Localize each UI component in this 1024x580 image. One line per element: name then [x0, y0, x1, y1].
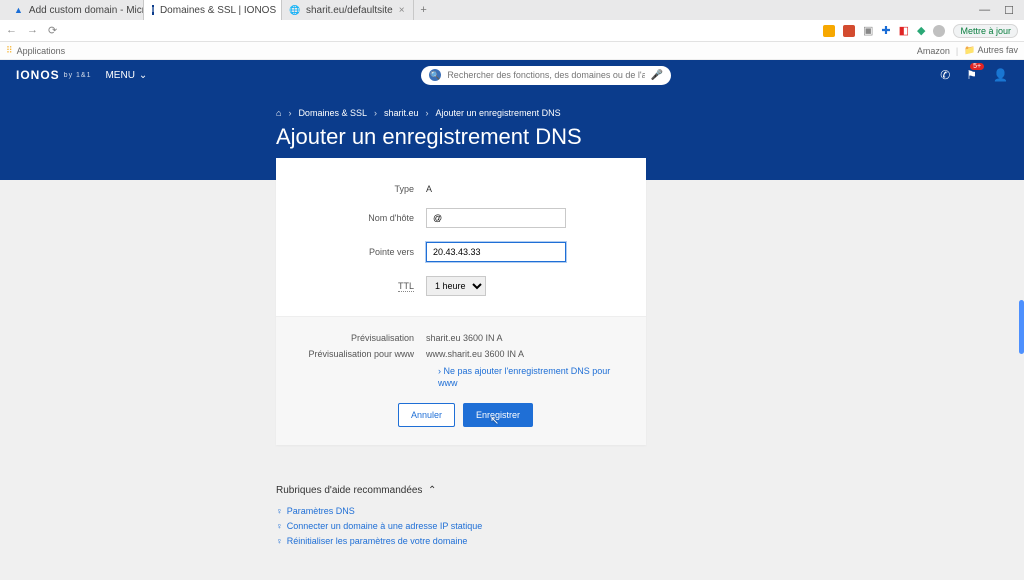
logo-text: IONOS — [16, 68, 60, 82]
preview-www-value: www.sharit.eu 3600 IN A — [426, 349, 616, 359]
notifications-button[interactable]: ⚑ 5+ — [966, 68, 977, 82]
mic-icon[interactable]: 🎤 — [651, 70, 663, 81]
help-title[interactable]: Rubriques d'aide recommandées ⌃ — [276, 485, 916, 496]
browser-tab[interactable]: ▲ Add custom domain - Microsoft × — [6, 0, 144, 20]
close-icon[interactable]: × — [399, 5, 405, 16]
page-title: Ajouter un enregistrement DNS — [276, 124, 1024, 150]
ext-icon[interactable]: ◆ — [917, 24, 925, 37]
back-icon[interactable]: ← — [6, 24, 17, 37]
menu-button[interactable]: MENU ⌄ — [105, 70, 147, 81]
chevron-right-icon: › — [426, 108, 429, 118]
address-input[interactable] — [67, 23, 813, 39]
browser-tab[interactable]: 🌐 sharit.eu/defaultsite × — [282, 0, 414, 20]
preview-label: Prévisualisation — [306, 333, 426, 343]
app-header: IONOS by 1&1 MENU ⌄ 🔍 🎤 ✆ ⚑ 5+ 👤 — [0, 60, 1024, 90]
menu-label: MENU — [105, 70, 134, 81]
bookmark-amazon[interactable]: Amazon — [917, 46, 950, 56]
ext-icon[interactable] — [843, 25, 855, 37]
bell-icon: ⚑ — [966, 68, 977, 82]
globe-icon: 🌐 — [290, 5, 300, 15]
apps-label: Applications — [17, 46, 66, 56]
logo-subtext: by 1&1 — [64, 72, 92, 79]
host-input[interactable] — [426, 208, 566, 228]
reload-icon[interactable]: ⟳ — [48, 24, 57, 37]
tab-title: Add custom domain - Microsoft — [29, 5, 144, 16]
breadcrumb-item[interactable]: Domaines & SSL — [298, 108, 367, 118]
skip-www-link[interactable]: › Ne pas ajouter l'enregistrement DNS po… — [438, 366, 610, 388]
lightbulb-icon: ♀ — [276, 521, 283, 531]
help-link[interactable]: ♀Paramètres DNS — [276, 506, 916, 516]
tab-title: Domaines & SSL | IONOS — [160, 5, 276, 16]
preview-value: sharit.eu 3600 IN A — [426, 333, 616, 343]
cast-icon[interactable]: ▣ — [863, 24, 873, 37]
search-input[interactable] — [447, 70, 645, 80]
user-icon[interactable]: 👤 — [993, 68, 1008, 82]
main-stage: Type A Nom d'hôte Pointe vers TTL 1 heur… — [0, 180, 1024, 580]
chevron-down-icon: ⌄ — [139, 70, 147, 81]
notifications-badge: 5+ — [970, 63, 984, 70]
minimize-icon[interactable]: — — [979, 4, 990, 17]
apps-icon: ⠿ — [6, 45, 13, 56]
host-label: Nom d'hôte — [306, 213, 426, 223]
lightbulb-icon: ♀ — [276, 506, 283, 516]
browser-tab-bar: ▲ Add custom domain - Microsoft × I Doma… — [0, 0, 1024, 20]
maximize-icon[interactable]: ☐ — [1004, 4, 1014, 17]
logo[interactable]: IONOS by 1&1 — [16, 68, 91, 82]
lightbulb-icon: ♀ — [276, 536, 283, 546]
browser-address-bar: ← → ⟳ ▣ ✚ ◧ ◆ Mettre à jour — [0, 20, 1024, 42]
bookmarks-bar: ⠿ Applications Amazon | 📁 Autres fav — [0, 42, 1024, 60]
preview-section: Prévisualisation sharit.eu 3600 IN A Pré… — [276, 316, 646, 445]
forward-icon[interactable]: → — [27, 24, 38, 37]
update-button[interactable]: Mettre à jour — [953, 24, 1018, 38]
bookmark-folder[interactable]: 📁 Autres fav — [964, 45, 1018, 56]
chevron-up-icon: ⌃ — [428, 485, 436, 496]
points-to-input[interactable] — [426, 242, 566, 262]
chevron-right-icon: › — [374, 108, 377, 118]
points-label: Pointe vers — [306, 247, 426, 257]
phone-icon[interactable]: ✆ — [940, 68, 950, 82]
cancel-button[interactable]: Annuler — [398, 403, 455, 427]
new-tab-button[interactable]: + — [414, 4, 434, 16]
avatar-icon[interactable] — [933, 25, 945, 37]
global-search[interactable]: 🔍 🎤 — [421, 66, 671, 85]
browser-tab[interactable]: I Domaines & SSL | IONOS × — [144, 0, 282, 20]
breadcrumb-item[interactable]: sharit.eu — [384, 108, 419, 118]
search-icon: 🔍 — [429, 69, 441, 81]
ttl-select[interactable]: 1 heure — [426, 276, 486, 296]
help-link[interactable]: ♀Réinitialiser les paramètres de votre d… — [276, 536, 916, 546]
tab-title: sharit.eu/defaultsite — [306, 5, 393, 16]
type-label: Type — [306, 184, 426, 194]
ext-icon[interactable] — [823, 25, 835, 37]
ttl-label: TTL — [306, 281, 426, 291]
type-value: A — [426, 184, 616, 194]
breadcrumb: ⌂ › Domaines & SSL › sharit.eu › Ajouter… — [276, 108, 1024, 118]
chevron-right-icon: › — [288, 108, 291, 118]
dns-form-card: Type A Nom d'hôte Pointe vers TTL 1 heur… — [276, 158, 646, 445]
help-link[interactable]: ♀Connecter un domaine à une adresse IP s… — [276, 521, 916, 531]
apps-shortcut[interactable]: ⠿ Applications — [6, 45, 65, 56]
help-section: Rubriques d'aide recommandées ⌃ ♀Paramèt… — [276, 467, 916, 546]
ext-icon[interactable]: ✚ — [881, 24, 890, 37]
preview-www-label: Prévisualisation pour www — [306, 349, 426, 359]
breadcrumb-item: Ajouter un enregistrement DNS — [436, 108, 561, 118]
home-icon[interactable]: ⌂ — [276, 108, 281, 118]
cursor-icon: ↖ — [490, 414, 499, 427]
save-button[interactable]: Enregistrer ↖ — [463, 403, 533, 427]
ext-icon[interactable]: ◧ — [899, 24, 909, 37]
favicon-icon: I — [152, 5, 154, 15]
favicon-icon: ▲ — [14, 5, 23, 15]
scroll-indicator[interactable] — [1019, 300, 1024, 354]
